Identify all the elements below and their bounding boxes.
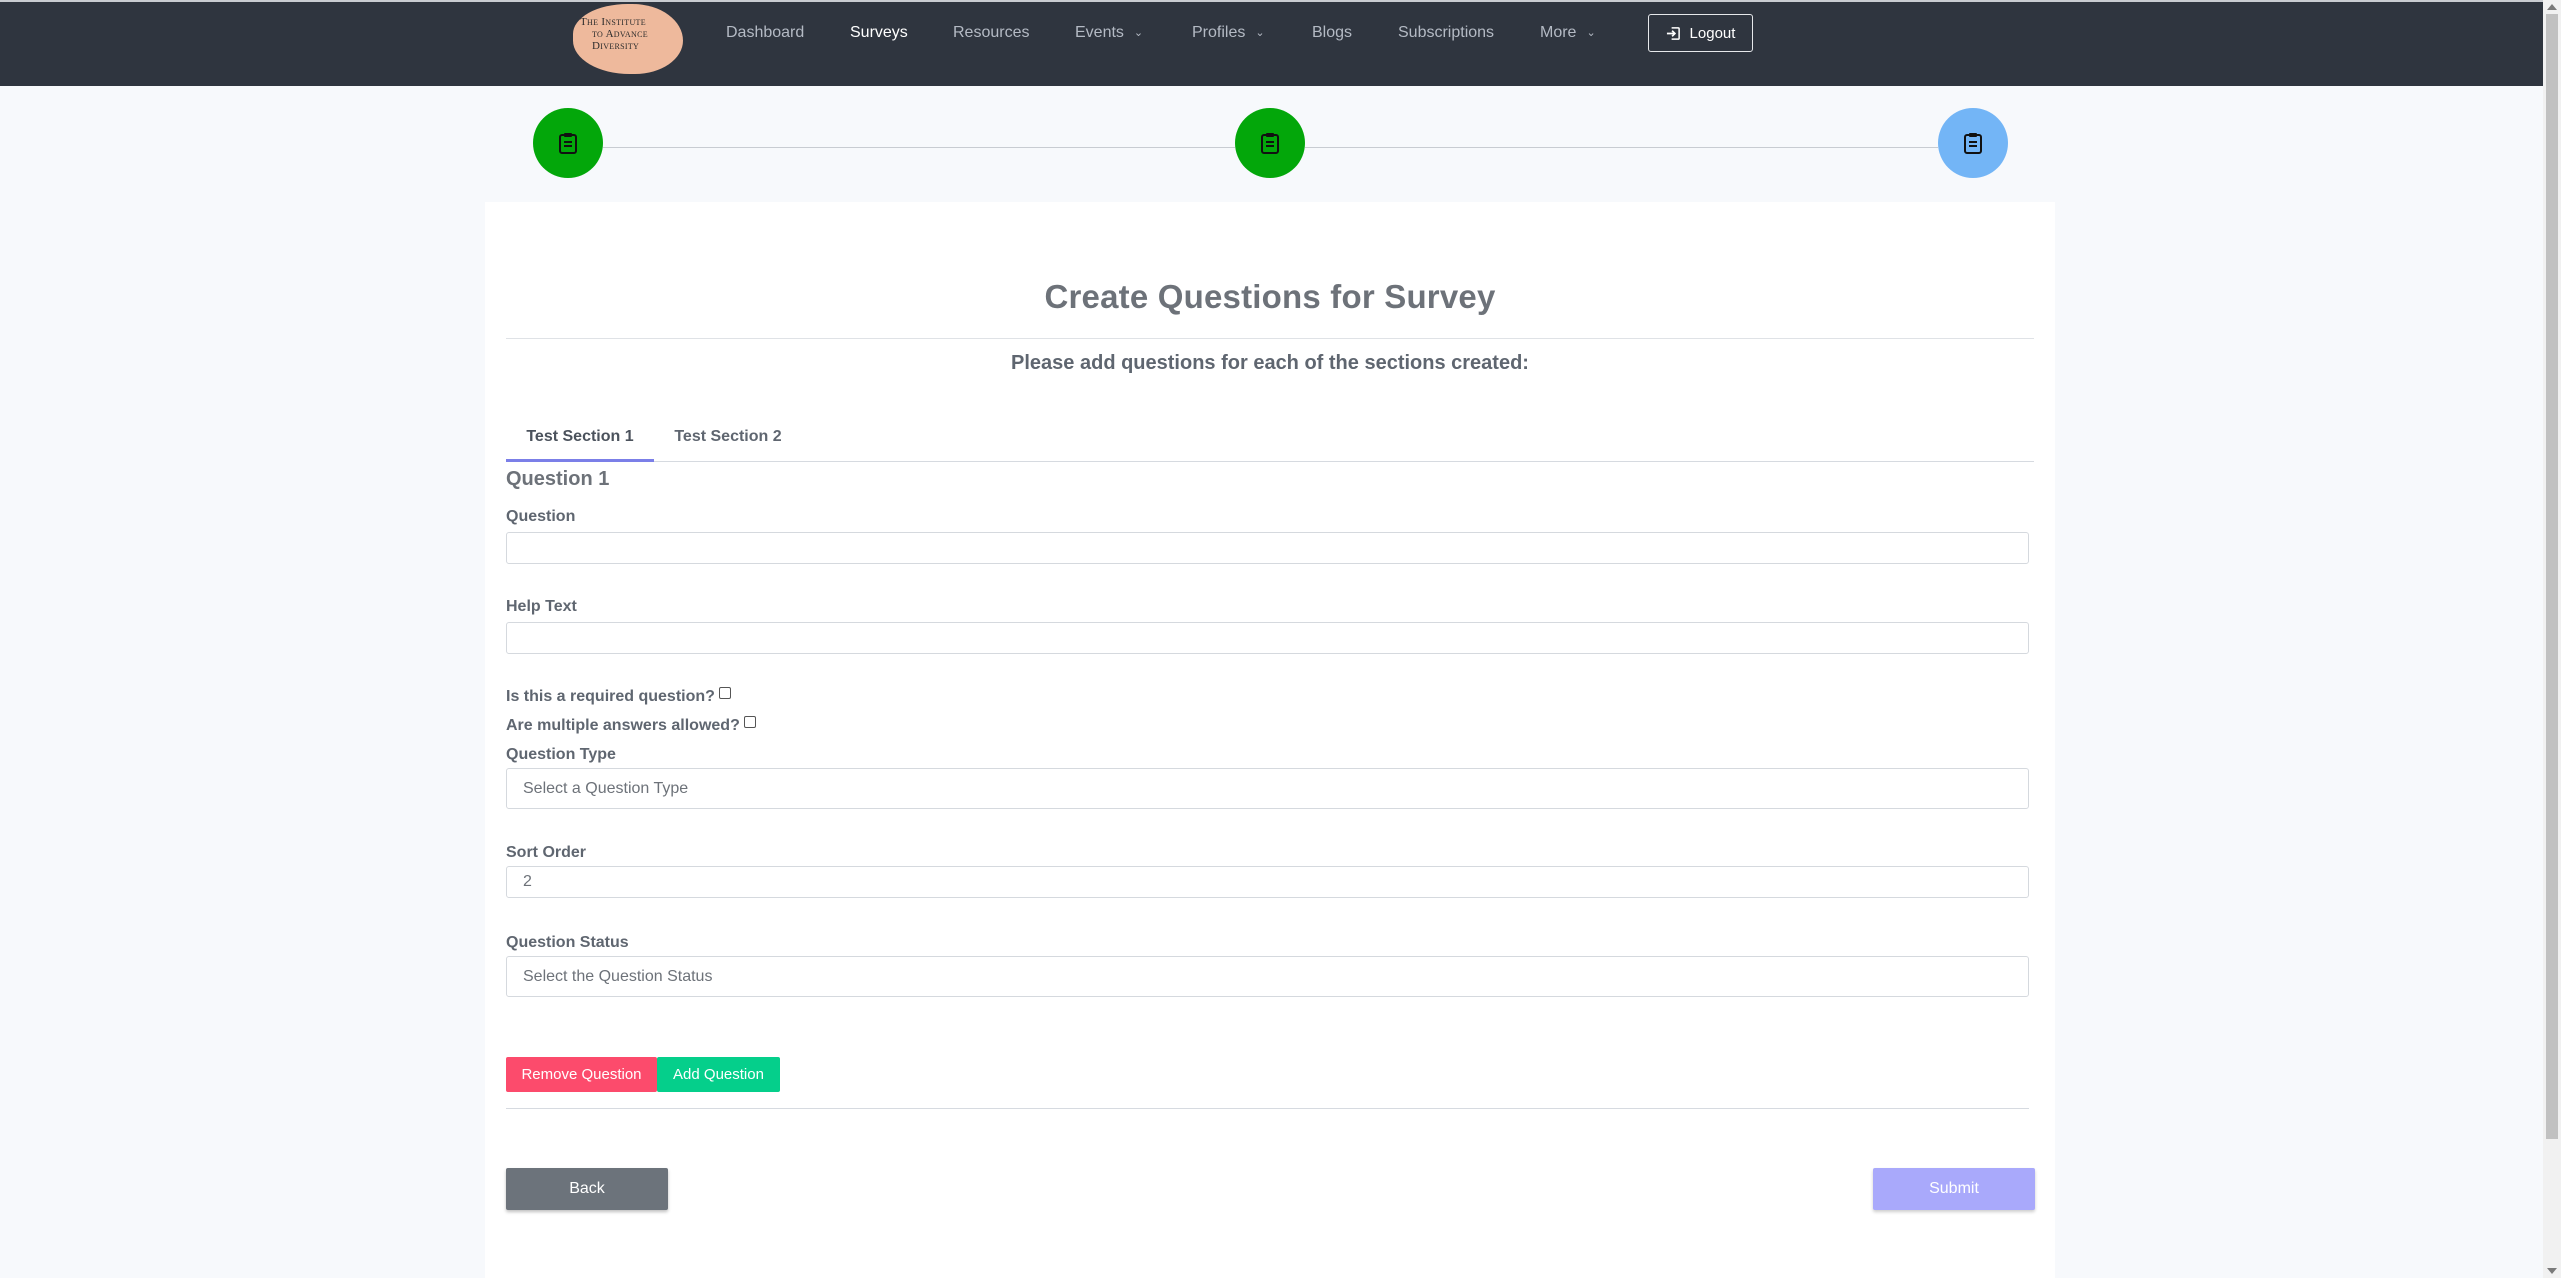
submit-button[interactable]: Submit — [1873, 1168, 2035, 1210]
scrollbar-thumb[interactable] — [2546, 14, 2558, 1139]
question-type-select[interactable]: Select a Question Type — [506, 768, 2029, 809]
back-button[interactable]: Back — [506, 1168, 668, 1210]
institute-logo[interactable]: The Institute to Advance Diversity — [573, 4, 683, 74]
logo-line-2: to Advance Diversity — [592, 28, 648, 52]
nav-more-label: More — [1540, 24, 1577, 41]
survey-question-card: Create Questions for Survey Please add q… — [485, 202, 2055, 1278]
nav-blogs-label: Blogs — [1312, 24, 1353, 41]
nav-events[interactable]: Events ⌄ — [1075, 22, 1143, 46]
clipboard-icon — [1964, 133, 1982, 154]
question-status-select[interactable]: Select the Question Status — [506, 956, 2029, 997]
multiple-answers-label: Are multiple answers allowed? — [506, 717, 740, 734]
logout-button[interactable]: Logout — [1648, 14, 1753, 52]
section-tabs: Test Section 1 Test Section 2 — [506, 414, 2034, 462]
question-status-placeholder: Select the Question Status — [523, 968, 713, 985]
tab-test-section-2[interactable]: Test Section 2 — [654, 414, 802, 462]
step-2-complete[interactable] — [1235, 108, 1305, 178]
nav-dashboard[interactable]: Dashboard — [726, 22, 804, 46]
title-divider — [506, 338, 2034, 339]
nav-surveys-label: Surveys — [850, 24, 908, 41]
logo-line-1: The Institute — [580, 16, 646, 28]
actions-divider — [506, 1108, 2029, 1109]
question-status-label: Question Status — [506, 934, 629, 951]
tab-test-section-1[interactable]: Test Section 1 — [506, 414, 654, 462]
multiple-answers-row: Are multiple answers allowed? — [506, 716, 756, 735]
chevron-down-icon: ⌄ — [1133, 27, 1144, 39]
logout-label: Logout — [1689, 24, 1736, 42]
required-question-checkbox[interactable] — [718, 687, 731, 699]
step-1-complete[interactable] — [533, 108, 603, 178]
nav-blogs[interactable]: Blogs — [1312, 22, 1352, 46]
question-type-label: Question Type — [506, 746, 616, 763]
top-navbar: The Institute to Advance Diversity Dashb… — [0, 0, 2561, 86]
question-type-placeholder: Select a Question Type — [523, 780, 689, 797]
help-text-input[interactable] — [506, 622, 2029, 654]
question-input[interactable] — [506, 532, 2029, 564]
page-scrollbar[interactable] — [2543, 0, 2561, 1278]
nav-events-label: Events — [1075, 24, 1124, 41]
help-text-label: Help Text — [506, 598, 577, 615]
nav-subscriptions-label: Subscriptions — [1398, 24, 1495, 41]
nav-dashboard-label: Dashboard — [726, 24, 805, 41]
clipboard-icon — [559, 133, 577, 154]
nav-subscriptions[interactable]: Subscriptions — [1398, 22, 1494, 46]
nav-surveys[interactable]: Surveys — [850, 22, 908, 46]
required-question-row: Is this a required question? — [506, 687, 731, 706]
multiple-answers-checkbox[interactable] — [743, 716, 756, 728]
clipboard-icon — [1261, 133, 1279, 154]
stepper-connector — [603, 147, 1235, 148]
sort-order-input[interactable] — [506, 866, 2029, 898]
sort-order-label: Sort Order — [506, 844, 587, 861]
scroll-up-arrow-icon[interactable] — [2547, 4, 2557, 10]
sign-in-icon — [1666, 26, 1680, 40]
nav-resources-label: Resources — [953, 24, 1030, 41]
nav-resources[interactable]: Resources — [953, 22, 1029, 46]
required-question-label: Is this a required question? — [506, 688, 715, 705]
chevron-down-icon: ⌄ — [1586, 27, 1596, 39]
logo-text: The Institute to Advance Diversity — [580, 16, 680, 52]
remove-question-button[interactable]: Remove Question — [506, 1057, 657, 1092]
step-3-current[interactable] — [1938, 108, 2008, 178]
nav-more[interactable]: More ⌄ — [1540, 22, 1596, 46]
nav-profiles-label: Profiles — [1192, 24, 1246, 41]
chevron-down-icon: ⌄ — [1255, 27, 1265, 39]
add-question-button[interactable]: Add Question — [657, 1057, 780, 1092]
page-title: Create Questions for Survey — [1044, 278, 1496, 315]
scroll-down-arrow-icon[interactable] — [2547, 1268, 2557, 1274]
nav-profiles[interactable]: Profiles ⌄ — [1192, 22, 1265, 46]
page-subtitle: Please add questions for each of the sec… — [1011, 352, 1529, 374]
stepper-connector — [1305, 147, 1938, 148]
question-heading: Question 1 — [506, 468, 610, 490]
question-label: Question — [506, 508, 576, 525]
